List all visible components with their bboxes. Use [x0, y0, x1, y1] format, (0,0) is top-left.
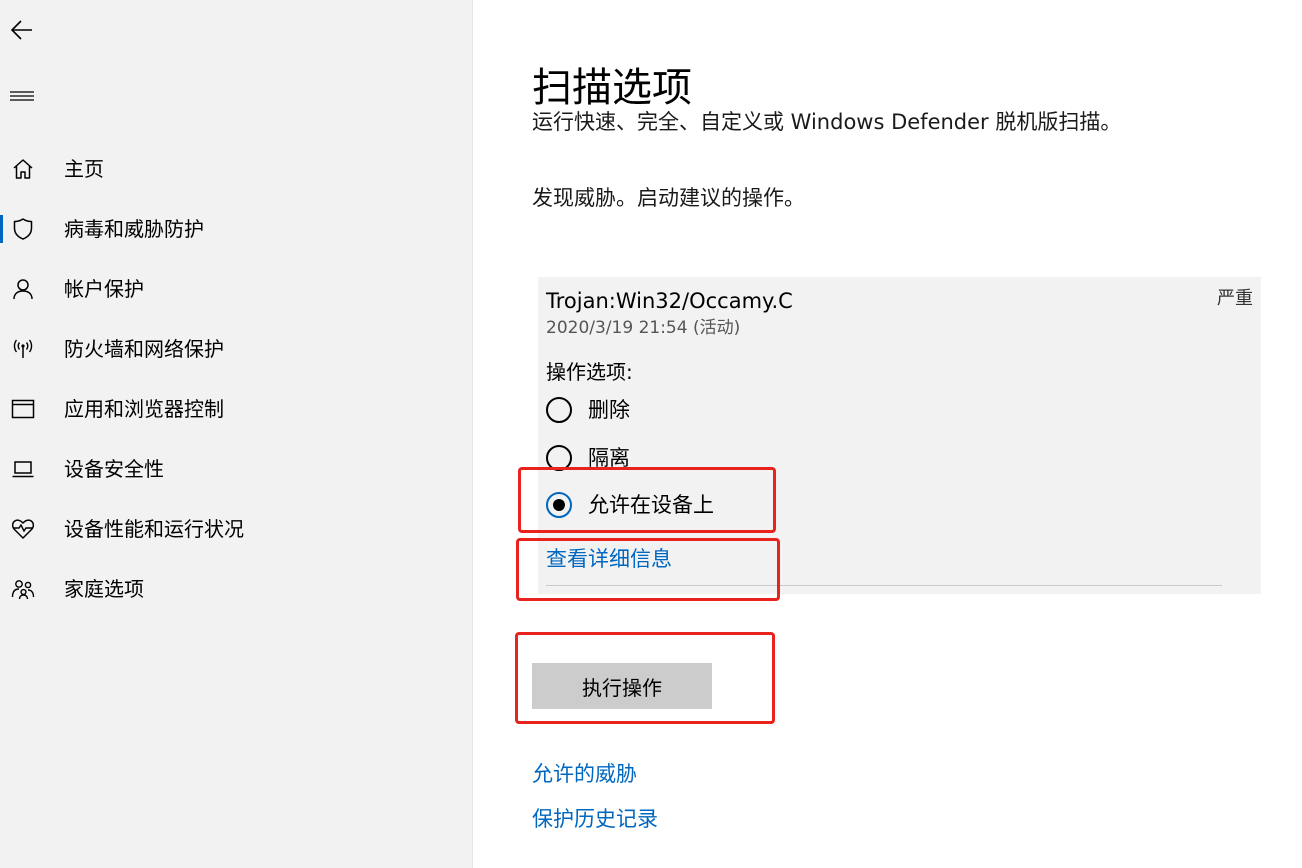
home-icon	[13, 159, 33, 179]
back-button[interactable]	[6, 14, 38, 46]
person-icon	[13, 279, 33, 300]
sidebar-item-label: 帐户保护	[64, 277, 144, 301]
radio-option-quarantine[interactable]: 隔离	[546, 441, 630, 475]
sidebar-item-label: 家庭选项	[64, 577, 144, 601]
radio-button[interactable]	[546, 397, 572, 423]
active-indicator	[0, 215, 3, 243]
windows-security-window: 主页 病毒和威胁防护 帐户保护 防火墙和网络保护 应用和浏览器控制 设备安全性 …	[0, 0, 1302, 868]
main-content: 扫描选项 运行快速、完全、自定义或 Windows Defender 脱机版扫描…	[532, 0, 1272, 868]
sidebar-item-virus-protection[interactable]: 病毒和威胁防护	[0, 203, 472, 255]
shield-icon	[13, 218, 33, 240]
threat-found-message: 发现威胁。启动建议的操作。	[532, 186, 805, 210]
sidebar-item-label: 防火墙和网络保护	[64, 337, 224, 361]
sidebar-item-label: 设备安全性	[64, 457, 164, 481]
sidebar-item-family-options[interactable]: 家庭选项	[0, 563, 472, 615]
actions-label: 操作选项:	[546, 360, 633, 384]
allowed-threats-link[interactable]: 允许的威胁	[532, 760, 637, 788]
sidebar-item-firewall[interactable]: 防火墙和网络保护	[0, 323, 472, 375]
radio-label: 允许在设备上	[588, 493, 714, 517]
heart-pulse-icon	[11, 519, 35, 539]
hamburger-menu-icon	[10, 91, 34, 101]
radio-label: 隔离	[588, 446, 630, 470]
radio-button[interactable]	[546, 445, 572, 471]
sidebar-item-home[interactable]: 主页	[0, 143, 472, 195]
back-arrow-icon	[10, 20, 32, 40]
sidebar-item-app-browser-control[interactable]: 应用和浏览器控制	[0, 383, 472, 435]
browser-window-icon	[11, 399, 35, 419]
severity-label: 严重	[1217, 288, 1253, 309]
threat-card: Trojan:Win32/Occamy.C 严重 2020/3/19 21:54…	[538, 277, 1261, 594]
menu-button[interactable]	[6, 80, 38, 112]
radio-button-selected[interactable]	[546, 492, 572, 518]
start-actions-button[interactable]: 执行操作	[532, 663, 712, 709]
threat-date: 2020/3/19 21:54 (活动)	[546, 318, 741, 338]
page-title: 扫描选项	[532, 64, 692, 111]
page-subtitle: 运行快速、完全、自定义或 Windows Defender 脱机版扫描。	[532, 110, 1122, 134]
protection-history-link[interactable]: 保护历史记录	[532, 805, 658, 833]
radio-option-remove[interactable]: 删除	[546, 393, 630, 427]
sidebar-item-label: 主页	[64, 157, 104, 181]
sidebar-item-device-performance[interactable]: 设备性能和运行状况	[0, 503, 472, 555]
sidebar-item-device-security[interactable]: 设备安全性	[0, 443, 472, 495]
sidebar-item-label: 病毒和威胁防护	[64, 217, 204, 241]
laptop-icon	[12, 461, 34, 478]
sidebar-item-label: 应用和浏览器控制	[64, 397, 224, 421]
radio-label: 删除	[588, 398, 630, 422]
sidebar-item-label: 设备性能和运行状况	[64, 517, 244, 541]
see-details-link[interactable]: 查看详细信息	[546, 545, 672, 573]
sidebar: 主页 病毒和威胁防护 帐户保护 防火墙和网络保护 应用和浏览器控制 设备安全性 …	[0, 0, 473, 868]
card-divider	[546, 585, 1222, 586]
family-icon	[11, 580, 35, 600]
threat-name: Trojan:Win32/Occamy.C	[546, 289, 793, 313]
sidebar-item-account-protection[interactable]: 帐户保护	[0, 263, 472, 315]
radio-option-allow-on-device[interactable]: 允许在设备上	[546, 488, 714, 522]
radio-selected-dot	[553, 499, 565, 511]
wifi-antenna-icon	[13, 339, 33, 358]
